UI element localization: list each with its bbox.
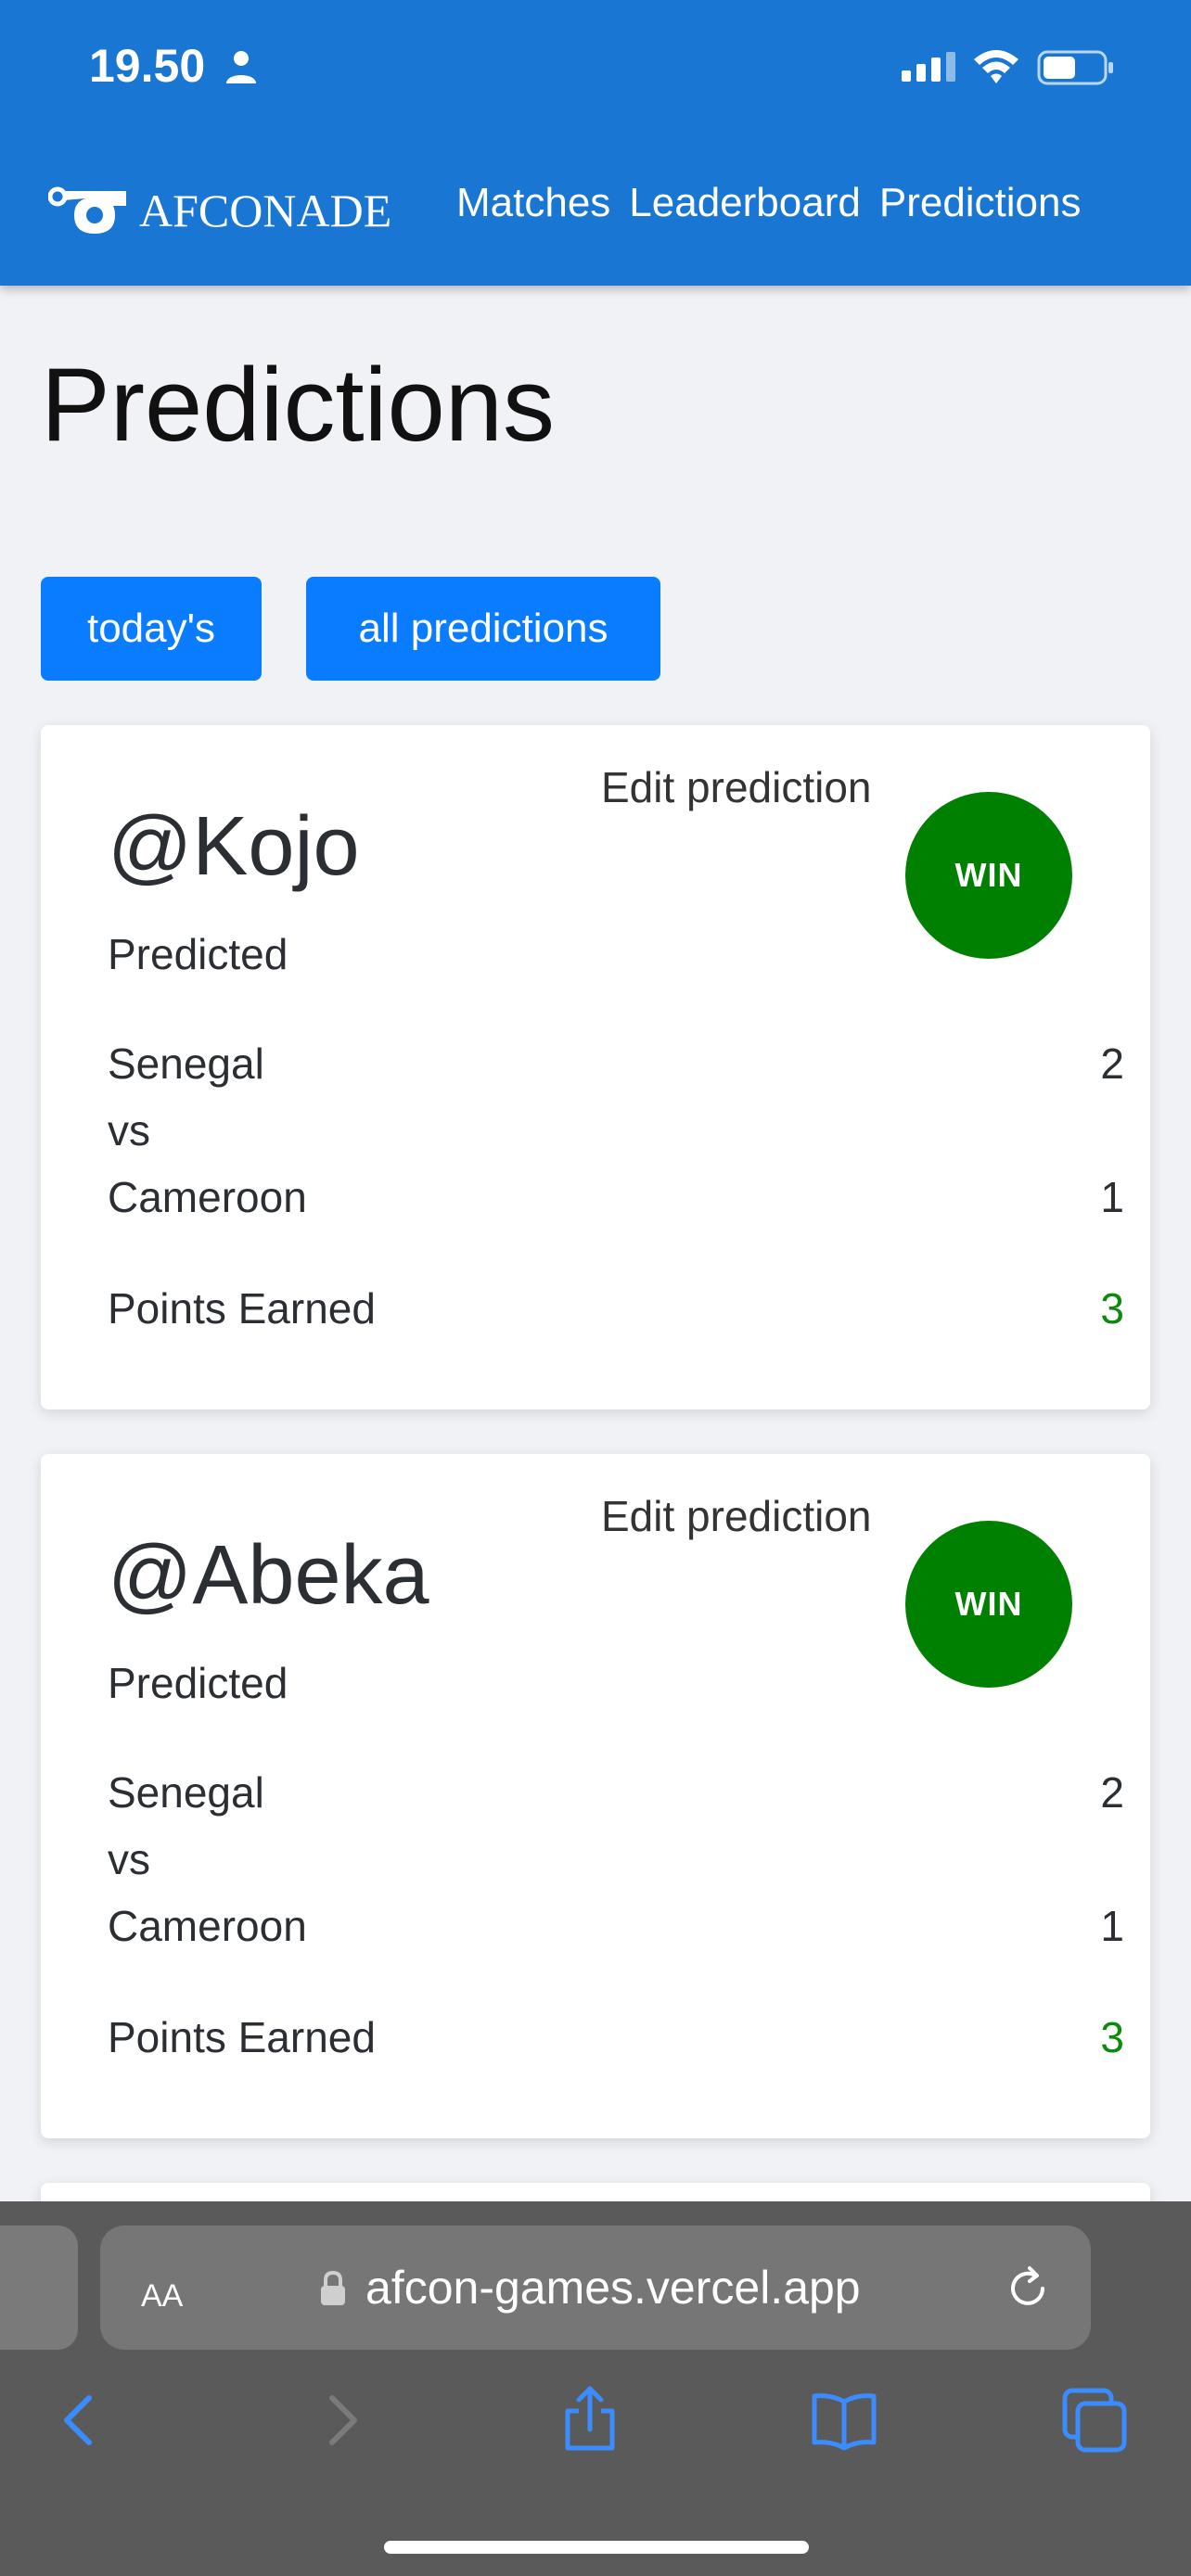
predicted-label: Predicted xyxy=(108,1659,288,1707)
address-bar[interactable]: AA afcon-games.vercel.app xyxy=(100,2225,1091,2350)
home-team-score: 2 xyxy=(1100,1039,1124,1088)
battery-icon xyxy=(1037,50,1113,85)
vs-label: vs xyxy=(108,1835,150,1883)
away-team-score: 1 xyxy=(1100,1173,1124,1221)
points-value: 3 xyxy=(1100,2013,1124,2061)
prediction-card: Edit prediction @Kojo WIN Predicted Sene… xyxy=(41,725,1150,1409)
all-predictions-filter-button[interactable]: all predictions xyxy=(306,577,660,681)
vs-label: vs xyxy=(108,1106,150,1154)
points-row: Points Earned 3 xyxy=(108,2012,1124,2062)
away-team-name: Cameroon xyxy=(108,1173,307,1221)
points-label: Points Earned xyxy=(108,2013,376,2061)
prediction-username: @Abeka xyxy=(108,1529,429,1622)
away-team-row: Cameroon 1 xyxy=(108,1901,1124,1951)
edit-prediction-link[interactable]: Edit prediction xyxy=(601,762,872,812)
away-team-score: 1 xyxy=(1100,1902,1124,1950)
home-team-row: Senegal 2 xyxy=(108,1039,1124,1089)
reader-options-button[interactable]: AA xyxy=(141,2266,183,2316)
back-icon[interactable] xyxy=(45,2383,119,2457)
previous-tab-preview[interactable] xyxy=(0,2225,78,2350)
home-team-name: Senegal xyxy=(108,1768,264,1817)
points-row: Points Earned 3 xyxy=(108,1283,1124,1333)
brand[interactable]: AFCONADE xyxy=(48,176,391,245)
main-nav: Matches Leaderboard Predictions xyxy=(456,180,1082,226)
brand-name: AFCONADE xyxy=(139,185,392,236)
away-team-name: Cameroon xyxy=(108,1902,307,1950)
away-team-row: Cameroon 1 xyxy=(108,1172,1124,1222)
prediction-username: @Kojo xyxy=(108,800,360,893)
tabs-icon[interactable] xyxy=(1057,2383,1132,2457)
home-team-name: Senegal xyxy=(108,1039,264,1088)
reload-icon[interactable] xyxy=(1002,2263,1054,2315)
wifi-icon xyxy=(974,50,1018,83)
prediction-card: Edit prediction @Abeka WIN Predicted Sen… xyxy=(41,1454,1150,2138)
home-indicator xyxy=(384,2541,809,2554)
share-icon[interactable] xyxy=(553,2383,627,2457)
url-text: afcon-games.vercel.app xyxy=(365,2262,861,2314)
nav-predictions[interactable]: Predictions xyxy=(879,180,1082,226)
home-team-score: 2 xyxy=(1100,1768,1124,1817)
page-title: Predictions xyxy=(41,347,556,463)
whistle-icon xyxy=(48,186,126,234)
todays-filter-button[interactable]: today's xyxy=(41,577,262,681)
edit-prediction-link[interactable]: Edit prediction xyxy=(601,1491,872,1541)
person-icon xyxy=(226,51,256,83)
vs-row: vs xyxy=(108,1834,1124,1884)
cellular-signal-icon xyxy=(902,52,955,82)
vs-row: vs xyxy=(108,1105,1124,1155)
nav-leaderboard[interactable]: Leaderboard xyxy=(629,180,861,226)
bookmarks-icon[interactable] xyxy=(807,2383,881,2457)
forward-icon[interactable] xyxy=(302,2383,377,2457)
predicted-label: Predicted xyxy=(108,930,288,978)
points-value: 3 xyxy=(1100,1284,1124,1333)
home-team-row: Senegal 2 xyxy=(108,1767,1124,1817)
app-header: 19.50 AFCONADE Matches Leaderboard Predi… xyxy=(0,0,1191,286)
status-time: 19.50 xyxy=(89,40,206,92)
lock-icon xyxy=(321,2270,345,2305)
points-label: Points Earned xyxy=(108,1284,376,1333)
nav-matches[interactable]: Matches xyxy=(456,180,610,226)
result-badge: WIN xyxy=(905,792,1072,959)
result-badge: WIN xyxy=(905,1521,1072,1688)
